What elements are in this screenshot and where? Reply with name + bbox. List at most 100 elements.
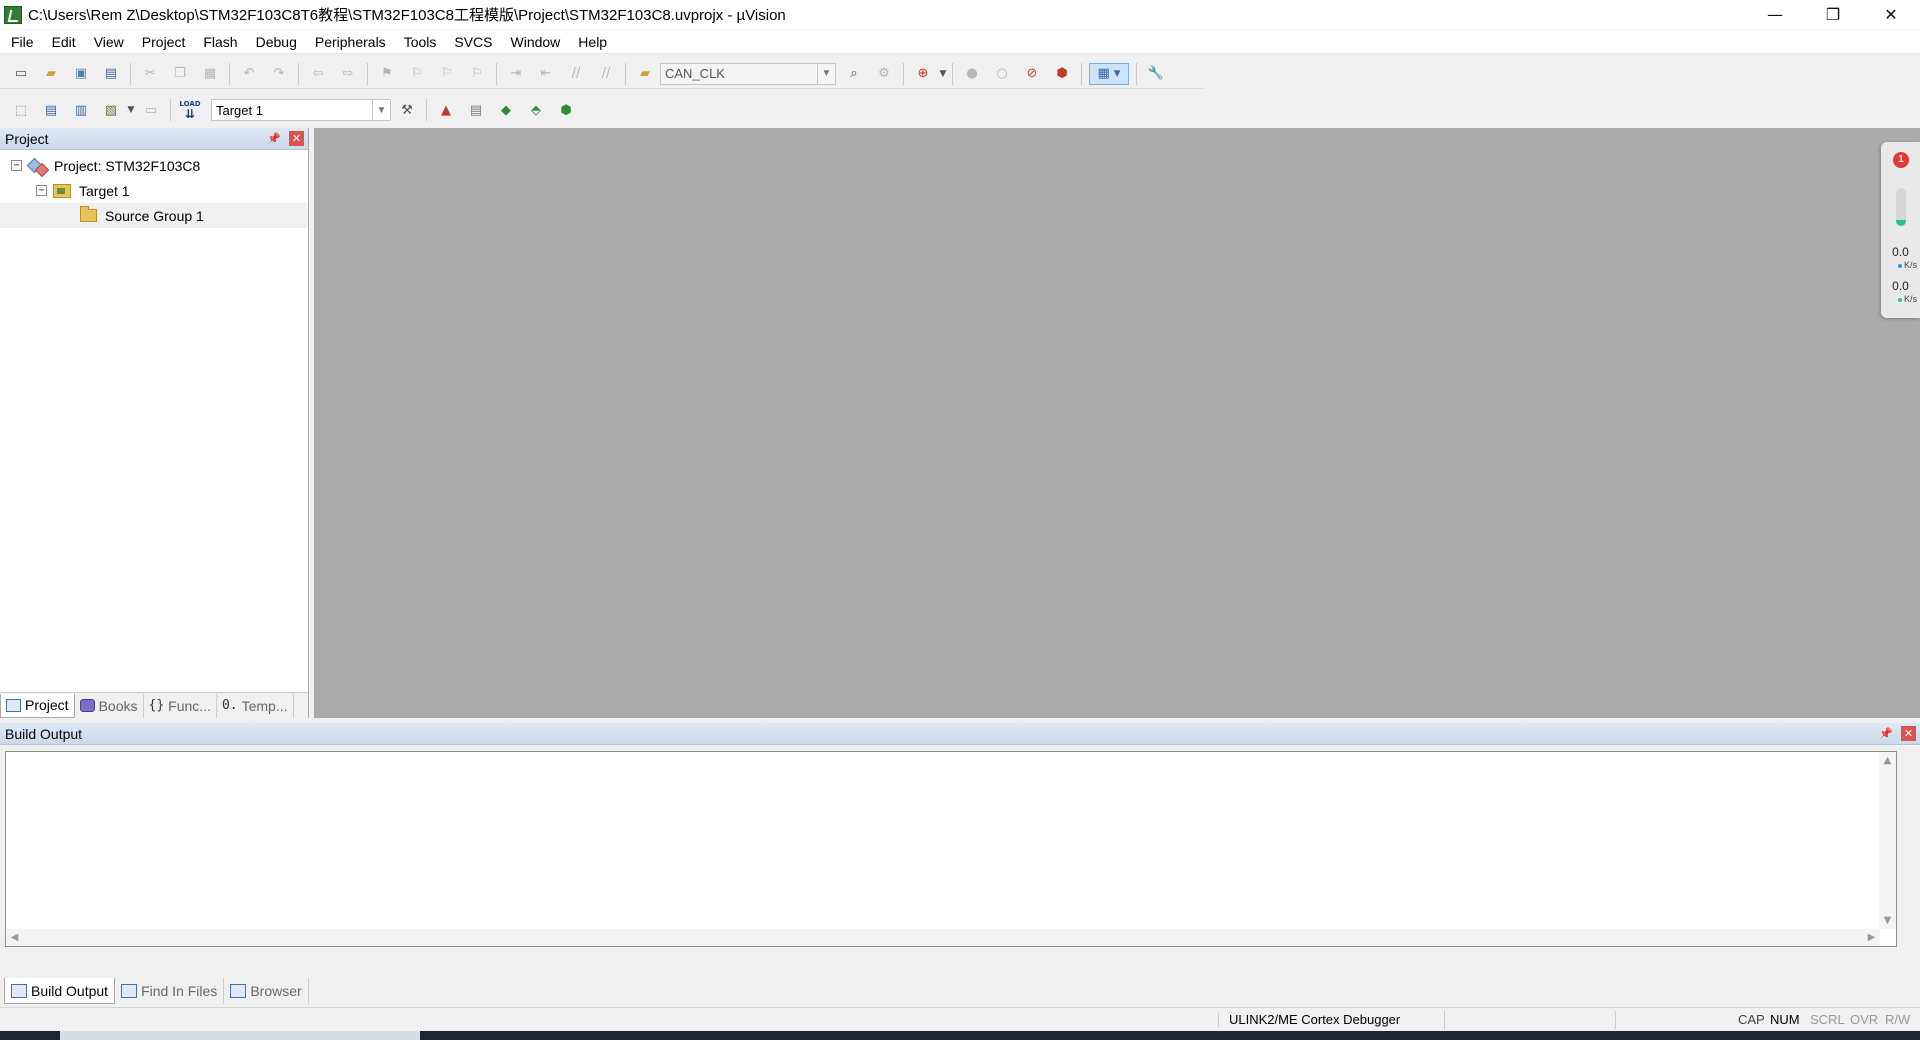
batch-build-dropdown-icon[interactable]: ▼ [126,99,136,121]
run-time-environment-icon[interactable]: ◆ [494,99,518,121]
target-select[interactable]: Target 1 ▼ [211,99,391,121]
translate-icon[interactable]: ⬚ [9,99,33,121]
undo-icon[interactable]: ↶ [237,63,261,85]
cut-icon[interactable]: ✂ [138,63,162,85]
build-output-title: Build Output [5,725,83,742]
new-file-icon[interactable]: ▭ [9,63,33,85]
bookmark-clear-icon[interactable]: ⚐ [465,63,489,85]
navigate-forward-icon[interactable]: ⇨ [336,63,360,85]
find-combo[interactable]: CAN_CLK ▼ [660,62,836,85]
scroll-down-icon[interactable]: ▼ [1879,912,1896,929]
tree-item-label: Target 1 [79,182,130,199]
horizontal-scrollbar[interactable]: ◀ ▶ [6,929,1880,946]
tab-project[interactable]: Project [0,693,75,718]
vertical-scrollbar[interactable]: ▲ ▼ [1879,752,1896,929]
target-options-icon[interactable]: ⚒ [395,99,419,121]
manage-project-items-icon[interactable]: ▲ [434,99,458,121]
copy-icon[interactable]: ❐ [168,63,192,85]
tab-books[interactable]: Books [75,693,144,718]
menu-flash[interactable]: Flash [194,34,246,50]
template-icon: 0. [221,698,238,713]
bookmark-toggle-icon[interactable]: ⚑ [375,63,399,85]
download-load-icon[interactable]: LOAD ⇊ [178,99,202,121]
uncomment-icon[interactable]: // [594,63,618,85]
upload-speed-unit: K/s [1881,260,1917,270]
menu-edit[interactable]: Edit [43,34,85,50]
pin-icon[interactable]: 📌 [1879,727,1893,740]
scroll-left-icon[interactable]: ◀ [6,929,23,946]
rebuild-icon[interactable]: ▥ [69,99,93,121]
save-all-icon[interactable]: ▤ [99,63,123,85]
project-tree: − Project: STM32F103C8 − Target 1 Source… [0,150,308,228]
save-icon[interactable]: ▣ [69,63,93,85]
menu-tools[interactable]: Tools [395,34,446,50]
build-output-controls: 📌 ✕ [1879,726,1916,741]
pack-installer-icon[interactable]: ⬢ [554,99,578,121]
restore-button[interactable]: ❐ [1804,0,1862,29]
find-replace-icon[interactable]: ⚙ [872,63,896,85]
breakpoint-insert-icon[interactable]: ● [960,63,984,85]
comment-icon[interactable]: // [564,63,588,85]
menu-file[interactable]: File [0,34,43,50]
chevron-down-icon[interactable]: ▼ [817,63,835,84]
tab-functions[interactable]: {} Func... [144,693,217,718]
scroll-right-icon[interactable]: ▶ [1863,929,1880,946]
debug-dropdown-icon[interactable]: ▼ [938,63,948,85]
close-button[interactable]: ✕ [1862,0,1920,29]
toolbar-separator [170,99,171,121]
status-separator [1615,1011,1616,1029]
unindent-icon[interactable]: ⇤ [534,63,558,85]
tree-item-project[interactable]: − Project: STM32F103C8 [0,153,308,178]
close-icon[interactable]: ✕ [1901,726,1916,741]
menu-svcs[interactable]: SVCS [445,34,501,50]
minimize-button[interactable]: — [1746,0,1804,29]
pin-icon[interactable]: 📌 [267,132,281,145]
breakpoint-kill-all-icon[interactable]: ⬢ [1050,63,1074,85]
bookmark-prev-icon[interactable]: ⚐ [405,63,429,85]
build-icon[interactable]: ▤ [39,99,63,121]
breakpoint-disable-all-icon[interactable]: ⊘ [1020,63,1044,85]
tab-browser[interactable]: Browser [224,978,309,1004]
find-in-files-icon[interactable]: ▰ [633,63,657,85]
upload-dot-icon [1897,264,1902,268]
build-output-text[interactable]: ▲ ▼ ◀ ▶ [5,751,1897,947]
manage-multi-project-icon[interactable]: ▤ [464,99,488,121]
open-file-icon[interactable]: ▰ [39,63,63,85]
collapse-icon[interactable]: − [36,185,47,196]
chevron-down-icon[interactable]: ▼ [372,100,390,120]
project-icon [28,158,46,174]
window-title: C:\Users\Rem Z\Desktop\STM32F103C8T6教程\S… [28,7,786,24]
tab-templates[interactable]: 0. Temp... [217,693,294,718]
navigate-back-icon[interactable]: ⇦ [306,63,330,85]
download-speed-value: 0.0 [1892,279,1909,293]
debug-session-icon[interactable]: ⊕ [911,63,935,85]
menu-help[interactable]: Help [569,34,616,50]
stop-build-icon[interactable]: ▭ [139,99,163,121]
browser-icon [230,984,247,998]
menu-peripherals[interactable]: Peripherals [306,34,395,50]
network-speed-widget[interactable]: 1 0.0 K/s 0.0 K/s [1881,142,1920,318]
select-packs-icon[interactable]: ⬘ [524,99,548,121]
bookmark-next-icon[interactable]: ⚐ [435,63,459,85]
tab-find-in-files[interactable]: Find In Files [115,978,225,1004]
tab-build-output[interactable]: Build Output [4,978,116,1004]
upload-unit-label: K/s [1903,260,1917,270]
menu-window[interactable]: Window [502,34,570,50]
paste-icon[interactable]: ▦ [198,63,222,85]
tree-item-source-group[interactable]: Source Group 1 [0,203,308,228]
batch-build-icon[interactable]: ▧ [99,99,123,121]
window-layout-icon[interactable]: ▦ ▾ [1089,62,1129,85]
incremental-find-icon[interactable]: ⌕ [842,63,866,85]
close-icon[interactable]: ✕ [289,131,304,146]
configure-icon[interactable]: 🔧 [1144,63,1168,85]
menu-debug[interactable]: Debug [247,34,306,50]
menu-project[interactable]: Project [133,34,195,50]
scroll-up-icon[interactable]: ▲ [1879,752,1896,769]
redo-icon[interactable]: ↷ [267,63,291,85]
breakpoint-enable-icon[interactable]: ○ [990,63,1014,85]
collapse-icon[interactable]: − [11,160,22,171]
indent-icon[interactable]: ⇥ [504,63,528,85]
menu-view[interactable]: View [85,34,133,50]
tree-item-target[interactable]: − Target 1 [0,178,308,203]
status-bar: ULINK2/ME Cortex Debugger CAP NUM SCRL O… [0,1007,1920,1031]
